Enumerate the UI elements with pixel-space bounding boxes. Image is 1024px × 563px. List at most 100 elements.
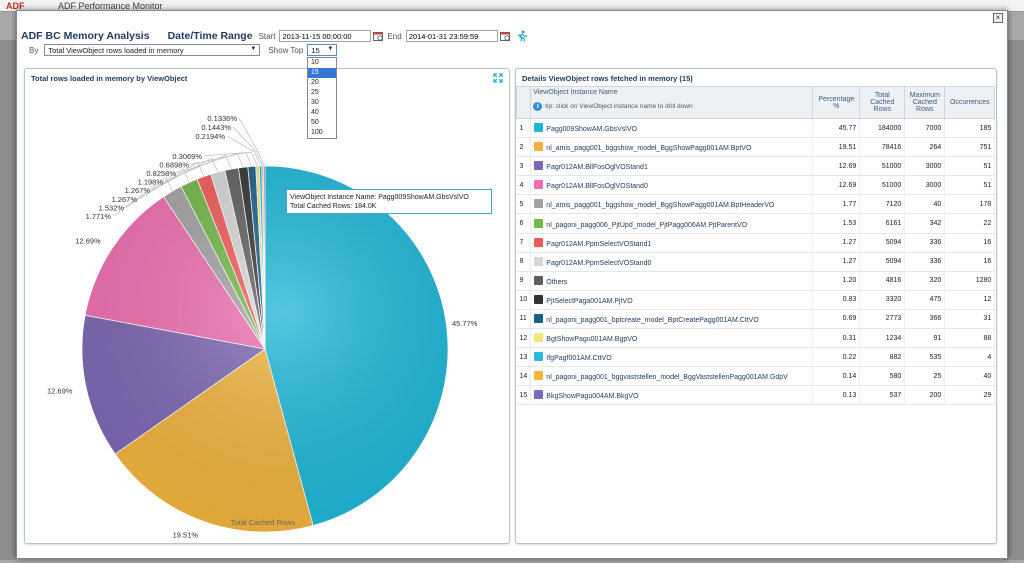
row-name-cell[interactable]: nl_amis_pagg001_bggshow_model_BggShowPag… [530, 194, 814, 215]
slice-label: 0.2194% [195, 132, 225, 141]
row-name-link[interactable]: PjtSelectPaga001AM.PjtVO [546, 298, 632, 305]
option-100[interactable]: 100 [308, 128, 336, 138]
row-name-cell[interactable]: IfgPagf001AM.CttVO [530, 347, 814, 368]
color-swatch [534, 313, 544, 323]
tip: i tip: click on ViewObject instance name… [533, 102, 810, 111]
row-name-link[interactable]: nl_pagoni_pagg006_PjtUpd_model_PjtPagg00… [546, 222, 747, 229]
row-max-cached: 264 [904, 137, 946, 158]
end-date-input[interactable] [405, 30, 498, 42]
calendar-icon[interactable] [373, 31, 384, 41]
page-title: ADF BC Memory Analysis [21, 30, 150, 42]
table-row: 5 nl_amis_pagg001_bggshow_model_BggShowPa… [516, 194, 996, 215]
row-name-cell[interactable]: BgtShowPagu001AM.BgpVO [530, 328, 814, 349]
row-name-cell[interactable]: Pagr012AM.PpmSelectVOStand1 [530, 233, 814, 253]
occurrences-header[interactable]: Occurrences [944, 86, 996, 119]
slice-label: 1.267% [125, 186, 151, 195]
show-top-select[interactable]: 15 ▼ [307, 44, 338, 56]
slice-label: 0.1443% [201, 123, 231, 132]
row-name-link[interactable]: Pagr012AM.PpmSelectVOStand1 [546, 241, 651, 248]
color-swatch [534, 218, 544, 228]
row-max-cached: 535 [904, 347, 946, 368]
row-occurrences: 51 [944, 175, 996, 196]
table-row: 8 Pagr012AM.PpmSelectVOStand0 1.27 5094 336 1… [516, 252, 996, 272]
row-index: 7 [516, 233, 532, 253]
row-percentage: 0.83 [812, 290, 861, 310]
row-name-link[interactable]: nl_pagoni_pagg001_bggvaststellen_model_B… [546, 374, 788, 381]
row-name-link[interactable]: IfgPagf001AM.CttVO [546, 355, 611, 362]
name-header[interactable]: ViewObject Instance Name i tip: click on… [530, 86, 814, 119]
row-name-link[interactable]: Pagr012AM.PpmSelectVOStand0 [546, 260, 651, 267]
row-occurrences: 22 [944, 213, 996, 234]
row-total-cached: 7120 [859, 194, 906, 215]
row-name-link[interactable]: BgtShowPagu001AM.BgpVO [546, 336, 637, 343]
row-name-cell[interactable]: Others [530, 271, 814, 291]
table-row: 13 IfgPagf001AM.CttVO 0.22 882 535 4 [516, 347, 996, 368]
row-name-cell[interactable]: nl_amis_pagg001_bggshow_model_BggShowPag… [530, 137, 814, 158]
chevron-down-icon: ▼ [327, 46, 334, 52]
row-percentage: 45.77 [812, 118, 861, 139]
option-20[interactable]: 20 [308, 78, 336, 88]
row-name-link[interactable]: nl_amis_pagg001_bggshow_model_BggShowPag… [546, 202, 774, 209]
option-30[interactable]: 30 [308, 98, 336, 108]
max-cached-header[interactable]: Maximum Cached Rows [904, 86, 946, 119]
row-name-cell[interactable]: BkgShowPagu004AM.BkgVO [530, 385, 814, 406]
row-name-cell[interactable]: Pagr012AM.PpmSelectVOStand0 [530, 252, 814, 272]
option-15[interactable]: 15 [308, 68, 336, 78]
total-cached-header[interactable]: Total Cached Rows [859, 86, 906, 119]
table-row: 1 Pagg009ShowAM.GbsVslVO 45.77 184000 7000 18… [516, 118, 996, 139]
start-date-input[interactable] [279, 30, 372, 42]
slice-label: 1.198% [138, 178, 164, 187]
row-max-cached: 336 [904, 252, 946, 272]
table-row: 7 Pagr012AM.PpmSelectVOStand1 1.27 5094 336 1… [516, 233, 996, 253]
row-name-cell[interactable]: nl_pagoni_pagg001_bggvaststellen_model_B… [530, 366, 814, 387]
option-25[interactable]: 25 [308, 88, 336, 98]
row-max-cached: 7000 [904, 118, 946, 139]
table-row: 2 nl_amis_pagg001_bggshow_model_BggShowPa… [516, 137, 996, 158]
by-select[interactable]: Total ViewObject rows loaded in memory ▼ [44, 44, 261, 56]
row-name-link[interactable]: nl_amis_pagg001_bggshow_model_BggShowPag… [546, 145, 751, 152]
color-swatch [534, 371, 544, 381]
row-name-link[interactable]: nl_pagoni_pagg001_bptcreate_model_BptCre… [546, 317, 759, 324]
row-max-cached: 3000 [904, 156, 946, 177]
row-name-cell[interactable]: PjtSelectPaga001AM.PjtVO [530, 290, 814, 310]
details-table: ViewObject Instance Name i tip: click on… [515, 86, 996, 406]
chevron-down-icon: ▼ [250, 46, 257, 52]
percentage-header[interactable]: Percentage % [812, 86, 861, 119]
slice-label: 12.69% [47, 387, 73, 396]
option-40[interactable]: 40 [308, 108, 336, 118]
row-max-cached: 40 [904, 194, 946, 215]
color-swatch [534, 142, 544, 152]
row-occurrences: 31 [944, 309, 996, 330]
show-top-label: Show Top [268, 45, 304, 55]
row-percentage: 0.13 [812, 385, 861, 406]
color-swatch [534, 237, 544, 247]
slice-label: 0.1336% [207, 114, 237, 123]
option-10[interactable]: 10 [308, 58, 336, 68]
row-total-cached: 51000 [859, 175, 906, 196]
row-name-link[interactable]: Pagr012AM.BllFosOglVOStand1 [546, 164, 648, 171]
row-name-link[interactable]: BkgShowPagu004AM.BkgVO [546, 393, 638, 400]
close-icon[interactable]: × [993, 13, 1003, 23]
row-percentage: 1.77 [812, 194, 861, 215]
row-total-cached: 4816 [859, 271, 906, 291]
row-name-link[interactable]: Pagr012AM.BllFosOglVOStand0 [546, 183, 648, 190]
row-name-cell[interactable]: nl_pagoni_pagg001_bptcreate_model_BptCre… [530, 309, 814, 330]
row-name-cell[interactable]: Pagg009ShowAM.GbsVslVO [530, 118, 814, 139]
slice-label: 0.3069% [172, 152, 202, 161]
row-percentage: 0.69 [812, 309, 861, 330]
row-max-cached: 3000 [904, 175, 946, 196]
slice-label: 45.77% [452, 319, 478, 328]
row-name-cell[interactable]: Pagr012AM.BllFosOglVOStand1 [530, 156, 814, 177]
chart-panel: Total rows loaded in memory by ViewObjec… [24, 68, 510, 544]
color-swatch [534, 333, 544, 343]
row-index: 8 [516, 252, 532, 272]
calendar-icon[interactable] [499, 31, 510, 41]
row-name-link[interactable]: Others [546, 279, 567, 286]
row-name-cell[interactable]: Pagr012AM.BllFosOglVOStand0 [530, 175, 814, 196]
table-header-row: ViewObject Instance Name i tip: click on… [515, 86, 996, 119]
run-icon[interactable] [516, 30, 528, 42]
option-50[interactable]: 50 [308, 118, 336, 128]
row-name-link[interactable]: Pagg009ShowAM.GbsVslVO [546, 126, 637, 133]
row-name-cell[interactable]: nl_pagoni_pagg006_PjtUpd_model_PjtPagg00… [530, 213, 814, 234]
tooltip-line-name: ViewObject Instance Name: Pagg009ShowAM.… [290, 194, 469, 201]
